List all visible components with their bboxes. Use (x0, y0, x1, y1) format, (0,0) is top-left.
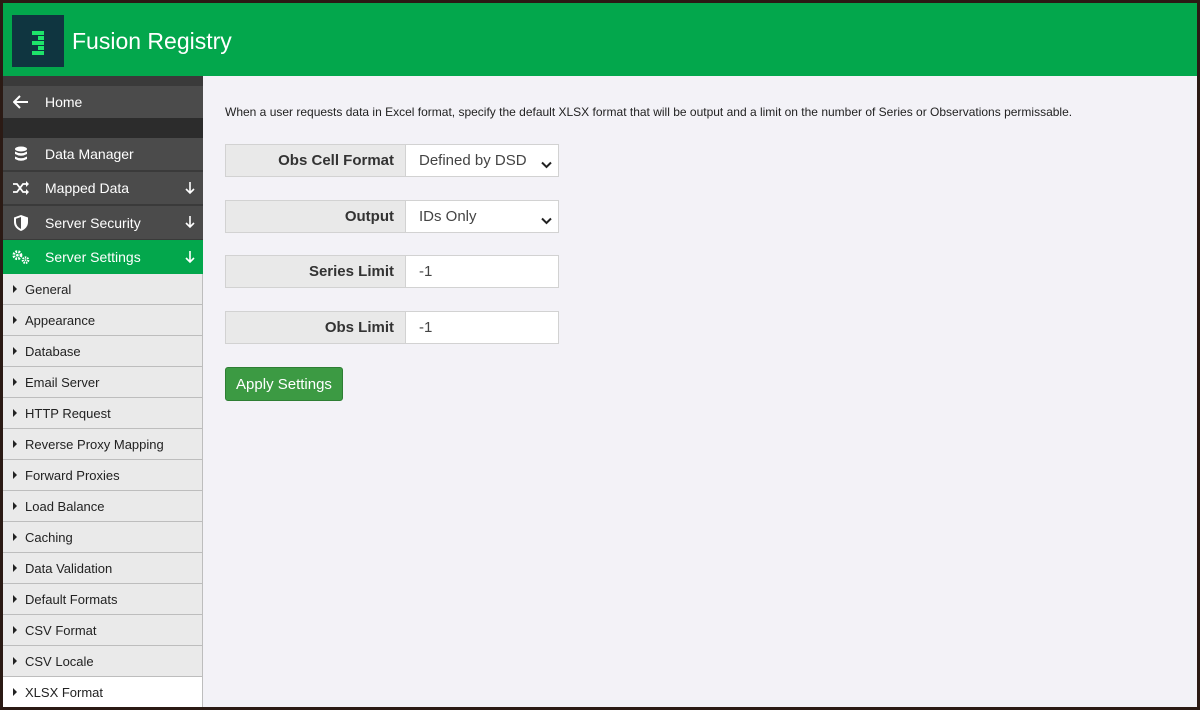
top-header: Fusion Registry (3, 3, 1197, 76)
submenu-item-caching[interactable]: Caching (3, 522, 203, 553)
apply-settings-button[interactable]: Apply Settings (225, 367, 343, 401)
sidebar-item-label: Home (45, 94, 83, 110)
submenu-item-default-formats[interactable]: Default Formats (3, 584, 203, 615)
sidebar-item-label: Data Manager (45, 146, 134, 162)
submenu-item-label: XLSX Format (25, 684, 104, 700)
obs-cell-format-value: Defined by DSD (419, 152, 527, 169)
database-icon (12, 138, 30, 170)
arrow-down-icon (185, 206, 195, 239)
settings-description: When a user requests data in Excel forma… (225, 105, 1073, 119)
submenu-item-label: Email Server (25, 374, 100, 390)
sidebar: Home Data Manager Mapped Data Server Sec… (3, 76, 203, 707)
submenu-item-label: HTTP Request (25, 405, 111, 421)
caret-right-icon (13, 533, 17, 541)
submenu-item-general[interactable]: General (3, 274, 203, 305)
caret-right-icon (13, 378, 17, 386)
caret-right-icon (13, 316, 17, 324)
submenu-item-label: Forward Proxies (25, 467, 120, 483)
submenu-item-http-request[interactable]: HTTP Request (3, 398, 203, 429)
submenu-item-label: Data Validation (25, 560, 113, 576)
caret-right-icon (13, 409, 17, 417)
shuffle-icon (12, 172, 30, 204)
sidebar-item-server-settings[interactable]: Server Settings (3, 240, 203, 274)
chevron-down-icon (541, 156, 552, 173)
submenu-item-csv-locale[interactable]: CSV Locale (3, 646, 203, 677)
caret-right-icon (13, 595, 17, 603)
caret-right-icon (13, 688, 17, 696)
submenu-item-reverse-proxy-mapping[interactable]: Reverse Proxy Mapping (3, 429, 203, 460)
arrow-down-icon (185, 240, 195, 274)
app-window: Fusion Registry Home Data Manager Mapped… (3, 3, 1197, 707)
sidebar-divider (3, 118, 203, 138)
caret-right-icon (13, 440, 17, 448)
submenu-item-label: Reverse Proxy Mapping (25, 436, 164, 452)
submenu-item-csv-format[interactable]: CSV Format (3, 615, 203, 646)
obs-limit-label: Obs Limit (226, 312, 406, 343)
submenu-item-label: Default Formats (25, 591, 118, 607)
main-content: When a user requests data in Excel forma… (203, 76, 1197, 707)
submenu-item-label: CSV Format (25, 622, 97, 638)
sidebar-item-label: Server Settings (45, 249, 141, 265)
sidebar-item-label: Mapped Data (45, 180, 130, 196)
caret-right-icon (13, 626, 17, 634)
output-select[interactable]: IDs Only (407, 201, 558, 232)
submenu-item-label: CSV Locale (25, 653, 94, 669)
fusion-registry-logo-icon[interactable] (12, 15, 64, 67)
sidebar-item-server-security[interactable]: Server Security (3, 206, 203, 239)
obs-cell-format-select[interactable]: Defined by DSD (407, 145, 558, 176)
submenu-item-label: Appearance (25, 312, 96, 328)
submenu-item-xlsx-format[interactable]: XLSX Format (3, 677, 203, 707)
arrow-left-icon (12, 86, 30, 118)
sidebar-item-label: Server Security (45, 214, 141, 231)
obs-limit-field: Obs Limit -1 (225, 311, 559, 344)
submenu-item-label: Caching (25, 529, 73, 545)
caret-right-icon (13, 471, 17, 479)
series-limit-label: Series Limit (226, 256, 406, 287)
gears-icon (12, 240, 30, 274)
submenu-item-load-balance[interactable]: Load Balance (3, 491, 203, 522)
arrow-down-icon (185, 172, 195, 204)
submenu-item-label: Database (25, 343, 81, 359)
chevron-down-icon (541, 212, 552, 229)
obs-limit-input[interactable]: -1 (407, 312, 558, 343)
settings-submenu: General Appearance Database Email Server… (3, 274, 203, 707)
sidebar-item-mapped-data[interactable]: Mapped Data (3, 172, 203, 205)
submenu-item-label: General (25, 281, 72, 297)
shield-icon (12, 206, 30, 239)
submenu-item-label: Load Balance (25, 498, 105, 514)
caret-right-icon (13, 502, 17, 510)
caret-right-icon (13, 657, 17, 665)
obs-cell-format-field: Obs Cell Format Defined by DSD (225, 144, 559, 177)
series-limit-input[interactable]: -1 (407, 256, 558, 287)
output-field: Output IDs Only (225, 200, 559, 233)
output-label: Output (226, 201, 406, 232)
app-title: Fusion Registry (72, 28, 232, 54)
caret-right-icon (13, 285, 17, 293)
caret-right-icon (13, 564, 17, 572)
submenu-item-email-server[interactable]: Email Server (3, 367, 203, 398)
submenu-item-appearance[interactable]: Appearance (3, 305, 203, 336)
series-limit-field: Series Limit -1 (225, 255, 559, 288)
caret-right-icon (13, 347, 17, 355)
output-value: IDs Only (419, 208, 477, 225)
submenu-item-database[interactable]: Database (3, 336, 203, 367)
obs-cell-format-label: Obs Cell Format (226, 145, 406, 176)
submenu-item-forward-proxies[interactable]: Forward Proxies (3, 460, 203, 491)
submenu-item-data-validation[interactable]: Data Validation (3, 553, 203, 584)
sidebar-item-data-manager[interactable]: Data Manager (3, 138, 203, 171)
sidebar-item-home[interactable]: Home (3, 86, 203, 118)
